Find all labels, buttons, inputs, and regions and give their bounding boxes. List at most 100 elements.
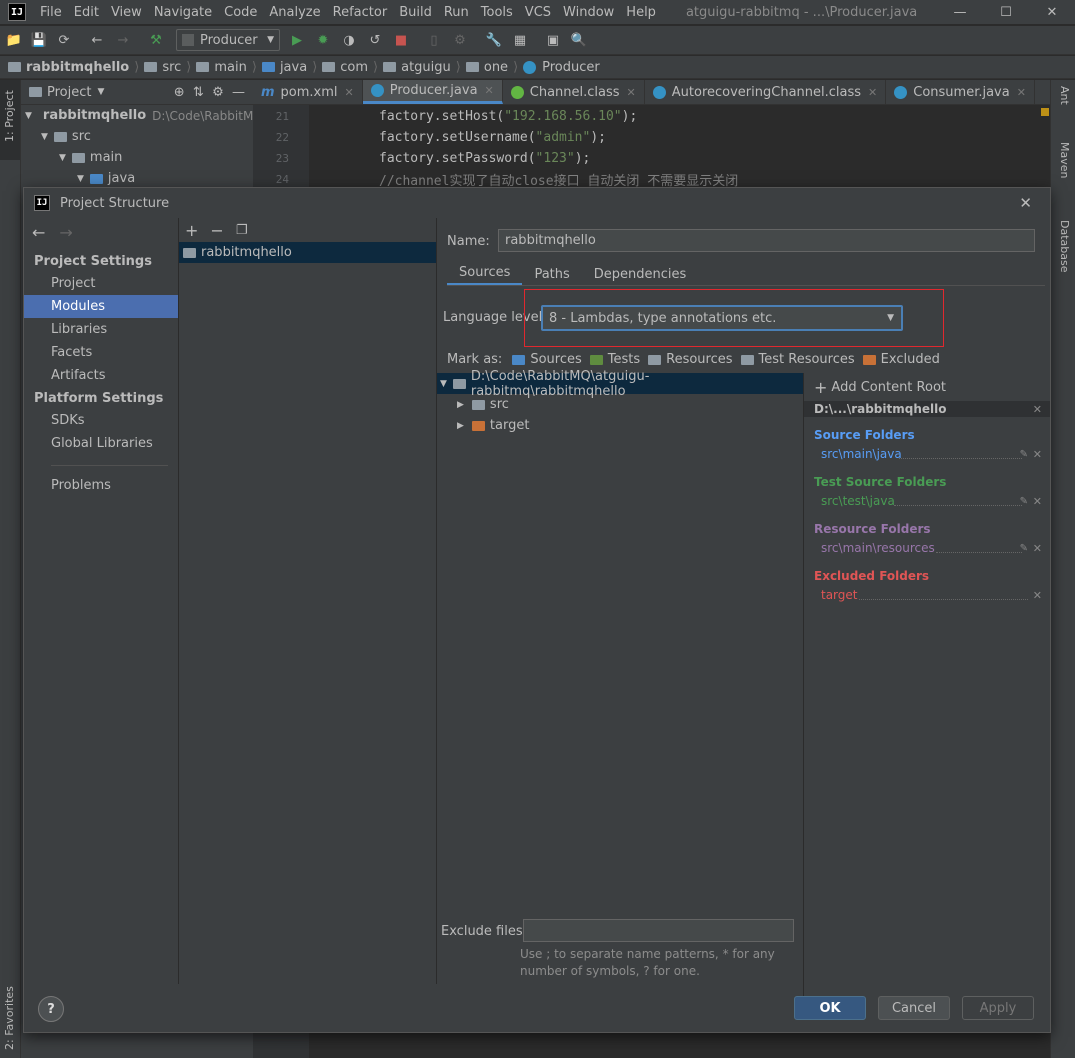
wrench-icon[interactable]: 🔧 (484, 30, 504, 50)
search-icon[interactable]: 🔍 (569, 30, 589, 50)
menu-window[interactable]: Window (557, 5, 620, 20)
mark-tests-button[interactable]: Tests (589, 352, 640, 367)
close-icon[interactable]: ✕ (485, 84, 494, 97)
menu-run[interactable]: Run (438, 5, 475, 20)
project-structure-icon[interactable]: ▦ (510, 30, 530, 50)
sidebar-item-project[interactable]: Project (24, 272, 178, 295)
favorites-tool-tab[interactable]: 2: Favorites (3, 986, 16, 1050)
sync-icon[interactable]: ⟳ (54, 30, 74, 50)
locate-icon[interactable]: ⊕ ⇅ ⚙ — (174, 85, 245, 100)
back-icon[interactable]: ← (32, 223, 45, 242)
breadcrumb-item[interactable]: Producer (520, 60, 603, 75)
close-icon[interactable]: ✕ (1033, 589, 1042, 602)
run-icon[interactable]: ▶ (287, 30, 307, 50)
close-icon[interactable]: ✕ (868, 86, 877, 99)
stop-icon[interactable]: ■ (391, 30, 411, 50)
close-icon[interactable]: ✕ (1033, 403, 1042, 416)
tab-dependencies[interactable]: Dependencies (582, 264, 699, 285)
menu-file[interactable]: File (34, 5, 68, 20)
copy-icon[interactable]: ❐ (236, 223, 248, 238)
database-tool-tab[interactable]: Database (1058, 220, 1071, 273)
tab-paths[interactable]: Paths (522, 264, 581, 285)
ant-tool-tab[interactable]: Ant (1058, 86, 1071, 105)
close-icon[interactable]: ✕ (627, 86, 636, 99)
project-tool-tab[interactable]: 1: Project (0, 80, 20, 160)
forward-icon[interactable]: → (59, 223, 72, 242)
tab-pom-xml[interactable]: m pom.xml ✕ (253, 80, 363, 104)
menu-tools[interactable]: Tools (475, 5, 519, 20)
tab-sources[interactable]: Sources (447, 262, 523, 286)
apply-button[interactable]: Apply (962, 996, 1034, 1020)
tab-autorecovering-channel[interactable]: AutorecoveringChannel.class ✕ (645, 80, 887, 104)
breadcrumb-item[interactable]: java (259, 60, 310, 75)
maximize-icon[interactable]: ☐ (983, 0, 1029, 24)
mark-sources-button[interactable]: Sources (512, 352, 582, 367)
ok-button[interactable]: OK (794, 996, 866, 1020)
sidebar-item-global-libraries[interactable]: Global Libraries (24, 432, 178, 455)
open-icon[interactable]: 📁 (4, 30, 24, 50)
tree-row[interactable]: ▼ main (21, 147, 253, 168)
edit-icon[interactable]: ✎ (1020, 496, 1028, 507)
menu-navigate[interactable]: Navigate (148, 5, 218, 20)
sidebar-item-artifacts[interactable]: Artifacts (24, 364, 178, 387)
sidebar-item-problems[interactable]: Problems (24, 474, 178, 497)
run-config-select[interactable]: Producer ▼ (176, 29, 280, 51)
sidebar-item-facets[interactable]: Facets (24, 341, 178, 364)
menu-code[interactable]: Code (218, 5, 263, 20)
edit-icon[interactable]: ✎ (1020, 543, 1028, 554)
close-icon[interactable]: ✕ (1033, 495, 1042, 508)
remove-icon[interactable]: − (210, 221, 223, 240)
profile-icon[interactable]: ↺ (365, 30, 385, 50)
back-icon[interactable]: ← (87, 30, 107, 50)
module-item[interactable]: rabbitmqhello (179, 242, 436, 263)
breadcrumb-item[interactable]: atguigu (380, 60, 454, 75)
close-icon[interactable]: ✕ (345, 86, 354, 99)
breadcrumb-item[interactable]: rabbitmqhello (0, 60, 132, 75)
settings-sync-icon[interactable]: ⚙ (450, 30, 470, 50)
mark-resources-button[interactable]: Resources (648, 352, 733, 367)
breadcrumb-item[interactable]: main (193, 60, 249, 75)
maven-tool-tab[interactable]: Maven (1058, 142, 1071, 178)
mark-test-resources-button[interactable]: Test Resources (740, 352, 855, 367)
chevron-down-icon[interactable]: ▼ (97, 87, 104, 97)
sidebar-item-libraries[interactable]: Libraries (24, 318, 178, 341)
save-icon[interactable]: 💾 (29, 30, 49, 50)
module-name-field[interactable]: rabbitmqhello (498, 229, 1035, 252)
tree-root-row[interactable]: ▼ D:\Code\RabbitMQ\atguigu-rabbitmq\rabbi… (437, 369, 803, 399)
breadcrumb-item[interactable]: src (141, 60, 184, 75)
add-icon[interactable]: + (185, 221, 198, 240)
sidebar-item-modules[interactable]: Modules (24, 295, 178, 318)
breadcrumb-item[interactable]: one (463, 60, 511, 75)
menu-help[interactable]: Help (620, 5, 662, 20)
build-hammer-icon[interactable]: ⚒ (146, 30, 166, 50)
edit-icon[interactable]: ✎ (1020, 449, 1028, 460)
menu-build[interactable]: Build (393, 5, 438, 20)
mark-excluded-button[interactable]: Excluded (862, 352, 940, 367)
warning-marker[interactable] (1041, 108, 1049, 116)
sidebar-item-sdks[interactable]: SDKs (24, 409, 178, 432)
debug-icon[interactable]: ✹ (313, 30, 333, 50)
tab-channel-class[interactable]: Channel.class ✕ (503, 80, 645, 104)
menu-view[interactable]: View (105, 5, 148, 20)
attach-icon[interactable]: ▯ (424, 30, 444, 50)
forward-icon[interactable]: → (113, 30, 133, 50)
code-area[interactable]: 21 factory.setHost("192.168.56.10"); 22 fa… (253, 106, 1050, 190)
help-button[interactable]: ? (38, 996, 64, 1022)
tab-producer-java[interactable]: Producer.java ✕ (362, 80, 503, 104)
add-content-root-button[interactable]: + Add Content Root (804, 373, 1050, 401)
tree-row[interactable]: ▼ rabbitmqhello D:\Code\RabbitM (21, 105, 253, 126)
menu-vcs[interactable]: VCS (519, 5, 557, 20)
tree-row[interactable]: ▼ src (21, 126, 253, 147)
close-icon[interactable]: ✕ (1033, 542, 1042, 555)
terminal-icon[interactable]: ▣ (543, 30, 563, 50)
cancel-button[interactable]: Cancel (878, 996, 950, 1020)
close-icon[interactable]: ✕ (1019, 194, 1032, 212)
tree-row[interactable]: ▼ java (21, 168, 253, 189)
tree-row[interactable]: ▶ target (437, 415, 803, 436)
close-window-icon[interactable]: ✕ (1029, 0, 1075, 24)
tab-consumer-java[interactable]: Consumer.java ✕ (886, 80, 1035, 104)
project-view-select[interactable]: Project (47, 85, 91, 100)
menu-edit[interactable]: Edit (68, 5, 105, 20)
menu-analyze[interactable]: Analyze (263, 5, 326, 20)
coverage-icon[interactable]: ◑ (339, 30, 359, 50)
